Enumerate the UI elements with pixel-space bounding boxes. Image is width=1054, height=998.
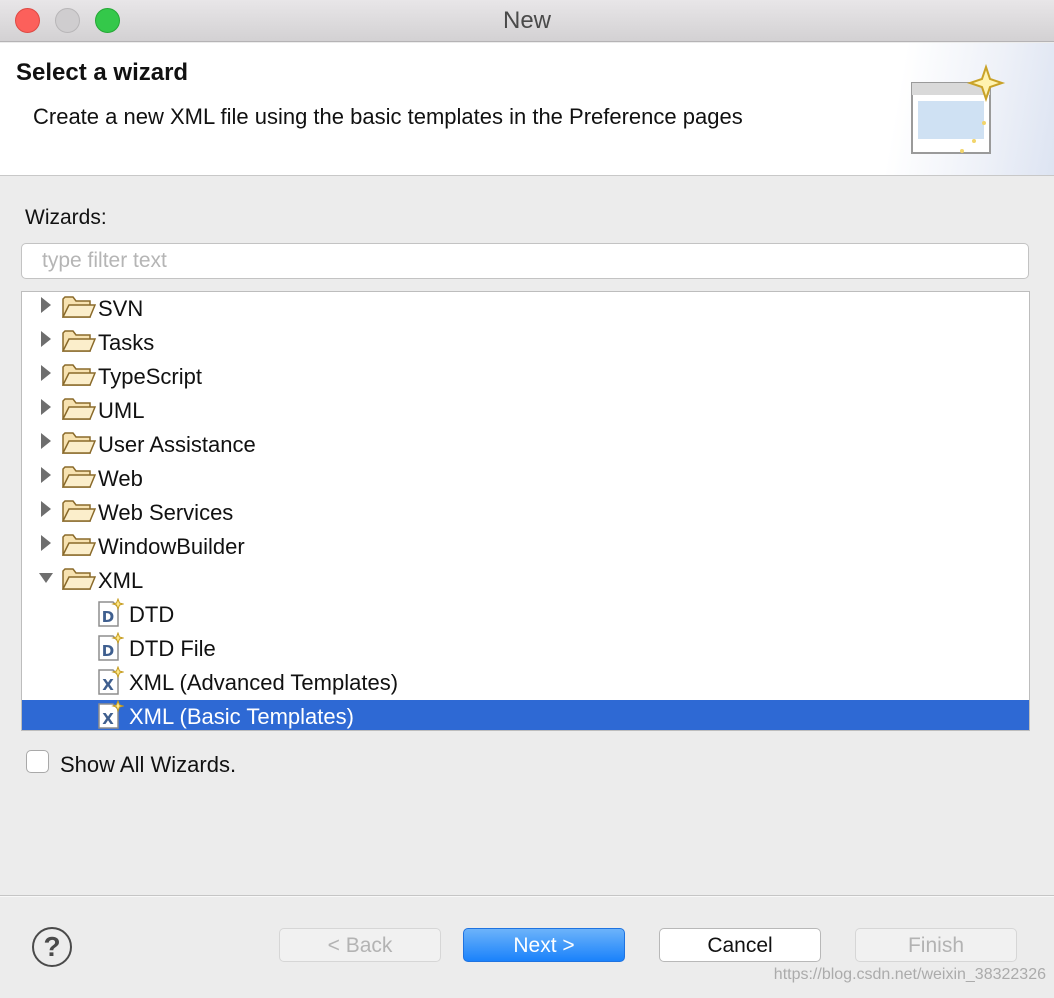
wizard-tree[interactable]: SVN Tasks TypeScript UML User Assistance Web W… (21, 291, 1030, 731)
finish-button[interactable]: Finish (855, 928, 1017, 962)
show-all-wizards-label[interactable]: Show All Wizards. (60, 752, 236, 778)
tree-item-label: SVN (98, 296, 144, 321)
tree-folder-row[interactable]: WindowBuilder (22, 530, 1029, 564)
svg-text:D: D (102, 608, 114, 626)
xml-file-icon: X (96, 665, 125, 696)
new-wizard-dialog: New Select a wizard Create a new XML fil… (0, 0, 1054, 998)
back-button[interactable]: < Back (279, 928, 441, 962)
show-all-wizards-checkbox[interactable] (26, 750, 49, 773)
expand-right-arrow-icon[interactable] (38, 328, 54, 350)
svg-text:D: D (102, 642, 114, 660)
folder-icon (61, 567, 97, 591)
dtd-file-icon: D (96, 631, 125, 662)
tree-folder-row[interactable]: XML (22, 564, 1029, 598)
svg-text:X: X (102, 710, 114, 728)
folder-icon (61, 295, 97, 319)
tree-item-label: WindowBuilder (98, 534, 245, 559)
expand-right-arrow-icon[interactable] (38, 396, 54, 418)
page-description: Create a new XML file using the basic te… (33, 104, 743, 129)
footer-divider (0, 895, 1054, 897)
expand-right-arrow-icon[interactable] (38, 294, 54, 316)
new-wizard-banner-icon (911, 63, 1006, 154)
expand-right-arrow-icon[interactable] (38, 532, 54, 554)
folder-icon (61, 499, 97, 523)
filter-input[interactable] (21, 243, 1029, 279)
next-button[interactable]: Next > (463, 928, 625, 962)
xml-file-icon: X (96, 699, 125, 730)
watermark: https://blog.csdn.net/weixin_38322326 (773, 966, 1046, 983)
tree-item-row[interactable]: X XML (Basic Templates) (22, 699, 1029, 730)
title-bar[interactable]: New (0, 0, 1054, 42)
tree-item-label: DTD (129, 602, 175, 627)
tree-item-label: XML (Advanced Templates) (129, 670, 399, 695)
tree-item-row[interactable]: D DTD (22, 597, 1029, 632)
tree-item-label: UML (98, 398, 145, 423)
folder-icon (61, 397, 97, 421)
tree-folder-row[interactable]: Web (22, 462, 1029, 496)
tree-item-label: XML (98, 568, 144, 593)
tree-folder-row[interactable]: Web Services (22, 496, 1029, 530)
folder-icon (61, 465, 97, 489)
tree-item-label: User Assistance (98, 432, 256, 457)
tree-item-row[interactable]: X XML (Advanced Templates) (22, 665, 1029, 700)
svg-text:X: X (102, 676, 114, 694)
help-icon[interactable]: ? (32, 927, 72, 967)
expand-right-arrow-icon[interactable] (38, 362, 54, 384)
tree-folder-row[interactable]: User Assistance (22, 428, 1029, 462)
tree-item-label: XML (Basic Templates) (129, 704, 354, 729)
expand-down-arrow-icon[interactable] (38, 566, 54, 588)
folder-icon (61, 533, 97, 557)
expand-right-arrow-icon[interactable] (38, 498, 54, 520)
tree-item-row[interactable]: D DTD File (22, 631, 1029, 666)
wizards-label: Wizards: (25, 206, 107, 229)
expand-right-arrow-icon[interactable] (38, 430, 54, 452)
page-title: Select a wizard (16, 59, 189, 86)
wizard-banner: Select a wizard Create a new XML file us… (0, 43, 1054, 176)
expand-right-arrow-icon[interactable] (38, 464, 54, 486)
window-title: New (502, 7, 551, 34)
folder-icon (61, 329, 97, 353)
tree-item-label: Web (98, 466, 143, 491)
folder-icon (61, 431, 97, 455)
tree-folder-row[interactable]: Tasks (22, 326, 1029, 360)
cancel-button[interactable]: Cancel (659, 928, 821, 962)
folder-icon (61, 363, 97, 387)
tree-folder-row[interactable]: SVN (22, 292, 1029, 326)
tree-item-label: DTD File (129, 636, 216, 661)
tree-folder-row[interactable]: TypeScript (22, 360, 1029, 394)
tree-folder-row[interactable]: UML (22, 394, 1029, 428)
tree-item-label: Tasks (98, 330, 155, 355)
tree-item-label: TypeScript (98, 364, 202, 389)
dtd-file-icon: D (96, 597, 125, 628)
tree-item-label: Web Services (98, 500, 234, 525)
